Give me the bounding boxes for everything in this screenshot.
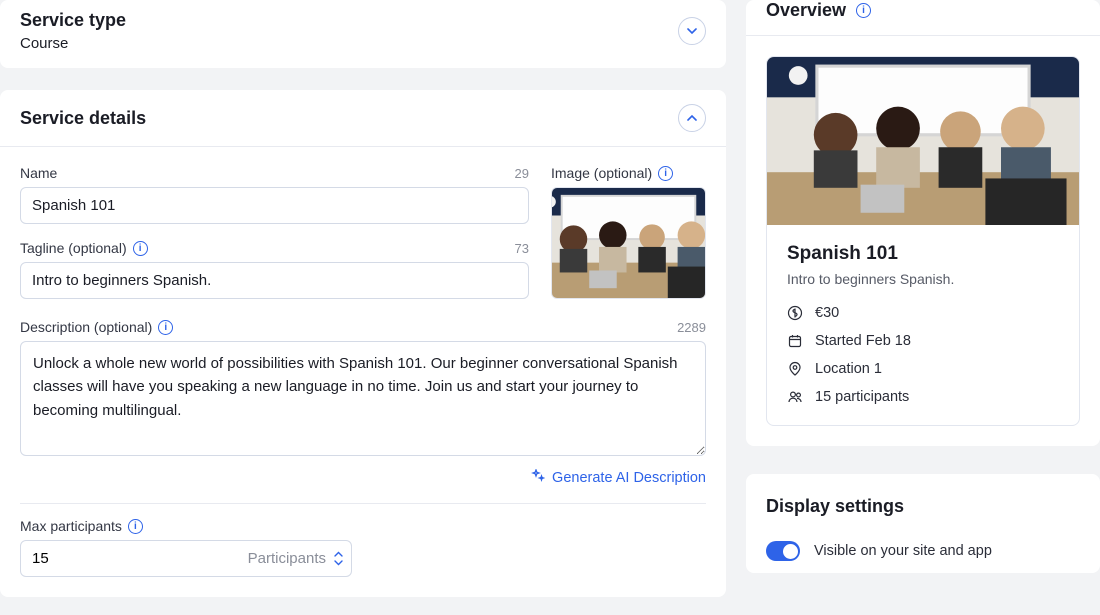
- preview-participants: 15 participants: [815, 389, 909, 405]
- max-participants-field: Max participants i Participants: [20, 518, 706, 577]
- service-type-value: Course: [20, 35, 126, 52]
- stepper: [332, 549, 351, 569]
- service-details-heading: Service details: [20, 108, 146, 129]
- calendar-icon: [787, 333, 803, 349]
- participants-suffix: Participants: [248, 550, 332, 567]
- name-field: Name 29: [20, 165, 529, 224]
- max-participants-label-text: Max participants: [20, 518, 122, 534]
- info-icon[interactable]: i: [133, 241, 148, 256]
- preview-card: Spanish 101 Intro to beginners Spanish. …: [766, 56, 1080, 426]
- max-participants-input-wrapper: Participants: [20, 540, 352, 577]
- max-participants-input[interactable]: [21, 541, 248, 576]
- tagline-char-count: 73: [515, 241, 529, 256]
- info-icon[interactable]: i: [658, 166, 673, 181]
- info-icon[interactable]: i: [158, 320, 173, 335]
- preview-location-row: Location 1: [787, 361, 1059, 377]
- collapse-service-details-button[interactable]: [678, 104, 706, 132]
- max-participants-label: Max participants i: [20, 518, 143, 534]
- stepper-down-icon[interactable]: [334, 559, 343, 567]
- expand-service-type-button[interactable]: [678, 17, 706, 45]
- description-textarea[interactable]: [20, 341, 706, 456]
- service-type-card: Service type Course: [0, 0, 726, 68]
- preview-image: [767, 57, 1079, 225]
- currency-icon: [787, 305, 803, 321]
- display-settings-heading: Display settings: [766, 496, 1080, 517]
- visibility-toggle[interactable]: [766, 541, 800, 561]
- location-icon: [787, 361, 803, 377]
- participants-icon: [787, 389, 803, 405]
- preview-title: Spanish 101: [787, 243, 1059, 265]
- chevron-up-icon: [687, 111, 697, 126]
- generate-ai-description-text: Generate AI Description: [552, 470, 706, 486]
- tagline-field: Tagline (optional) i 73: [20, 240, 529, 299]
- info-icon[interactable]: i: [128, 519, 143, 534]
- description-char-count: 2289: [677, 320, 706, 335]
- name-char-count: 29: [515, 166, 529, 181]
- image-upload[interactable]: [551, 187, 706, 299]
- description-label: Description (optional) i: [20, 319, 173, 335]
- preview-date-row: Started Feb 18: [787, 333, 1059, 349]
- description-label-text: Description (optional): [20, 319, 152, 335]
- preview-tagline: Intro to beginners Spanish.: [787, 271, 1059, 287]
- tagline-input[interactable]: [20, 262, 529, 299]
- tagline-label: Tagline (optional) i: [20, 240, 148, 256]
- divider: [20, 503, 706, 504]
- visibility-toggle-label: Visible on your site and app: [814, 543, 992, 559]
- sparkle-icon: [531, 469, 545, 487]
- service-type-heading: Service type: [20, 10, 126, 31]
- name-label: Name: [20, 165, 57, 181]
- generate-ai-description-link[interactable]: Generate AI Description: [531, 469, 706, 487]
- image-label: Image (optional) i: [551, 165, 673, 181]
- chevron-down-icon: [687, 24, 697, 39]
- service-details-card: Service details Name 29: [0, 90, 726, 597]
- image-label-text: Image (optional): [551, 165, 652, 181]
- tagline-label-text: Tagline (optional): [20, 240, 127, 256]
- stepper-up-icon[interactable]: [334, 551, 343, 559]
- preview-price: €30: [815, 305, 839, 321]
- preview-location: Location 1: [815, 361, 882, 377]
- preview-participants-row: 15 participants: [787, 389, 1059, 405]
- overview-heading: Overview: [766, 0, 846, 21]
- overview-card: Overview i Spanish 101 Intro to beginner…: [746, 0, 1100, 446]
- preview-date: Started Feb 18: [815, 333, 911, 349]
- display-settings-card: Display settings Visible on your site an…: [746, 474, 1100, 573]
- preview-price-row: €30: [787, 305, 1059, 321]
- description-field: Description (optional) i 2289: [20, 319, 706, 487]
- name-input[interactable]: [20, 187, 529, 224]
- info-icon[interactable]: i: [856, 3, 871, 18]
